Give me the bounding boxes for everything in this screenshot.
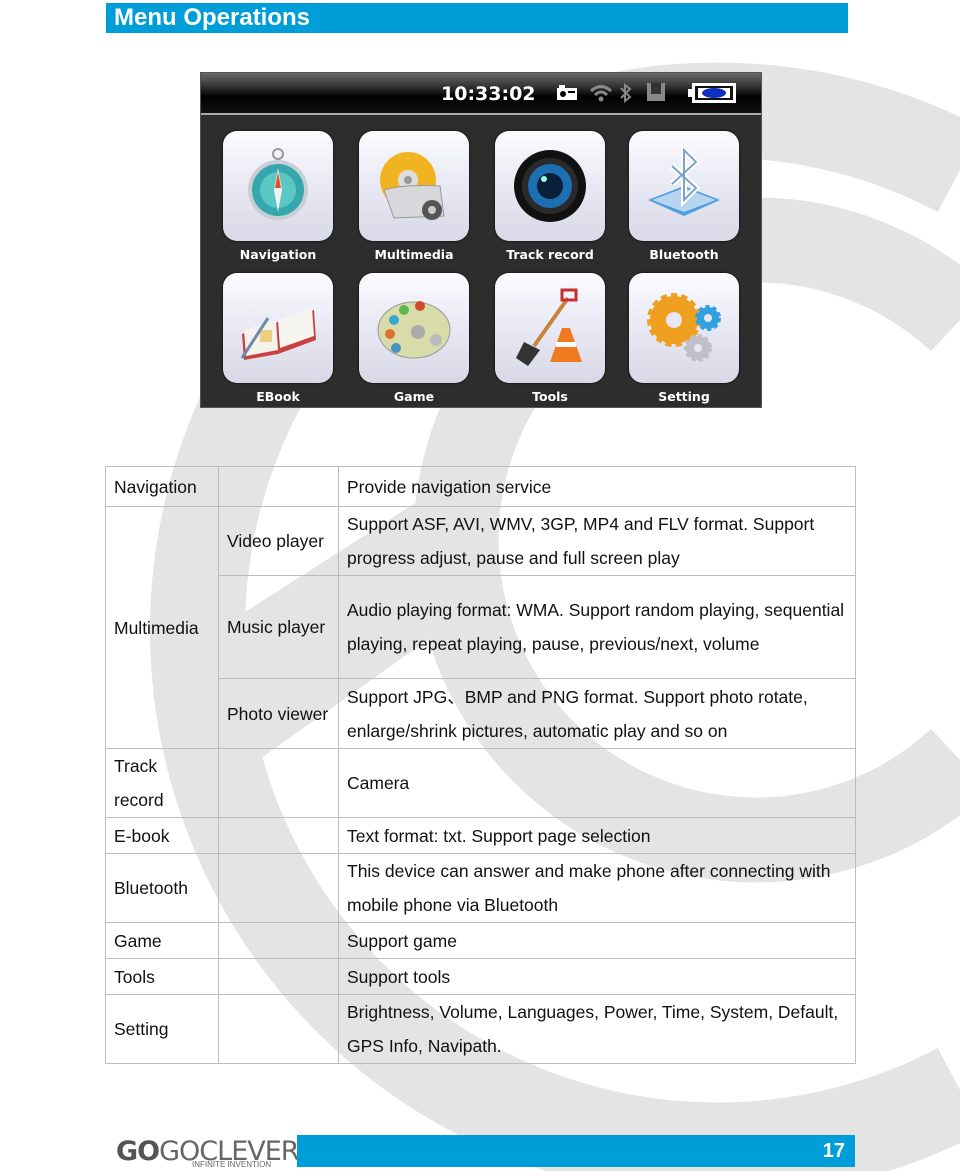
submenu-cell: [218, 853, 339, 923]
menu-cell: Game: [105, 922, 219, 959]
menu-label-ebook: EBook: [256, 389, 300, 404]
submenu-cell: [218, 958, 339, 995]
page-number: 17: [822, 1140, 845, 1162]
menu-tile-game[interactable]: [359, 273, 469, 383]
table-row: E-book Text format: txt. Support page se…: [105, 817, 856, 854]
menu-tile-navigation[interactable]: [223, 131, 333, 241]
submenu-cell: Video player: [218, 506, 339, 576]
table-row: Game Support game: [105, 922, 856, 959]
goclever-logo: GOGOCLEVER INFINITE INVENTION: [116, 1136, 300, 1169]
description-cell: Brightness, Volume, Languages, Power, Ti…: [338, 994, 856, 1064]
description-cell: Support JPG、BMP and PNG format. Support …: [338, 678, 856, 749]
description-cell: Camera: [338, 748, 856, 818]
submenu-cell: [218, 994, 339, 1064]
description-cell: Provide navigation service: [338, 466, 856, 507]
menu-tile-bluetooth[interactable]: [629, 131, 739, 241]
menu-label-bluetooth: Bluetooth: [649, 247, 719, 262]
bluetooth-icon: [648, 146, 720, 216]
multimedia-disc-icon: [380, 152, 445, 220]
table-row: Tools Support tools: [105, 958, 856, 995]
menu-label-game: Game: [393, 389, 435, 404]
menu-label-tools: Tools: [532, 389, 568, 404]
menu-tile-tools[interactable]: [495, 273, 605, 383]
menu-operations-table: Navigation Provide navigation service Mu…: [105, 466, 856, 1064]
menu-cell: Tools: [105, 958, 219, 995]
storage-icon: [647, 83, 665, 101]
menu-label-track-record: Track record: [506, 247, 594, 262]
section-header: Menu Operations: [106, 3, 848, 33]
menu-label-multimedia: Multimedia: [374, 247, 454, 262]
menu-label-setting: Setting: [658, 389, 710, 404]
device-screenshot: 10:33:02 Navigation Multimedia Track rec…: [200, 72, 762, 408]
logo-mark: GO: [116, 1136, 160, 1167]
table-row: Bluetooth This device can answer and mak…: [105, 853, 856, 923]
menu-cell: E-book: [105, 817, 219, 854]
table-row: Photo viewer Support JPG、BMP and PNG for…: [106, 678, 856, 749]
bluetooth-icon: [620, 83, 632, 103]
table-row: Track record Camera: [105, 748, 856, 818]
clock: 10:33:02: [441, 83, 536, 105]
submenu-cell: Music player: [218, 575, 339, 679]
footer-bar: 17: [297, 1135, 855, 1167]
menu-cell: Multimedia: [105, 506, 219, 749]
menu-tile-multimedia[interactable]: [359, 131, 469, 241]
gears-icon: [647, 293, 721, 362]
wifi-icon: [589, 85, 613, 102]
table-row: Navigation Provide navigation service: [105, 466, 856, 507]
table-row: Multimedia Video player Support ASF, AVI…: [105, 506, 856, 749]
camera-lens-icon: [514, 150, 586, 222]
description-cell: Support game: [338, 922, 856, 959]
menu-label-navigation: Navigation: [239, 247, 317, 262]
shovel-cone-icon: [516, 288, 582, 366]
submenu-cell: Photo viewer: [218, 678, 339, 749]
book-icon: [240, 308, 316, 360]
logo-tagline: INFINITE INVENTION: [192, 1160, 272, 1169]
description-cell: Support ASF, AVI, WMV, 3GP, MP4 and FLV …: [338, 506, 856, 576]
menu-cell: Track record: [105, 748, 219, 818]
description-cell: Text format: txt. Support page selection: [338, 817, 856, 854]
description-cell: This device can answer and make phone af…: [338, 853, 856, 923]
battery-charging-icon: [688, 83, 736, 103]
description-cell: Audio playing format: WMA. Support rando…: [338, 575, 856, 679]
palette-icon: [377, 301, 451, 359]
compass-icon: [248, 148, 308, 220]
section-title: Menu Operations: [114, 4, 311, 31]
camera-icon: [557, 85, 577, 100]
menu-cell: Navigation: [105, 466, 219, 507]
submenu-cell: [218, 466, 339, 507]
status-bar: 10:33:02: [201, 73, 761, 115]
submenu-cell: [218, 922, 339, 959]
table-row: Music player Audio playing format: WMA. …: [106, 575, 856, 679]
menu-tile-track-record[interactable]: [495, 131, 605, 241]
submenu-cell: [218, 748, 339, 818]
submenu-cell: [218, 817, 339, 854]
menu-cell: Bluetooth: [105, 853, 219, 923]
table-row: Setting Brightness, Volume, Languages, P…: [105, 994, 856, 1064]
menu-tile-ebook[interactable]: [223, 273, 333, 383]
description-cell: Support tools: [338, 958, 856, 995]
menu-tile-setting[interactable]: [629, 273, 739, 383]
menu-cell: Setting: [105, 994, 219, 1064]
